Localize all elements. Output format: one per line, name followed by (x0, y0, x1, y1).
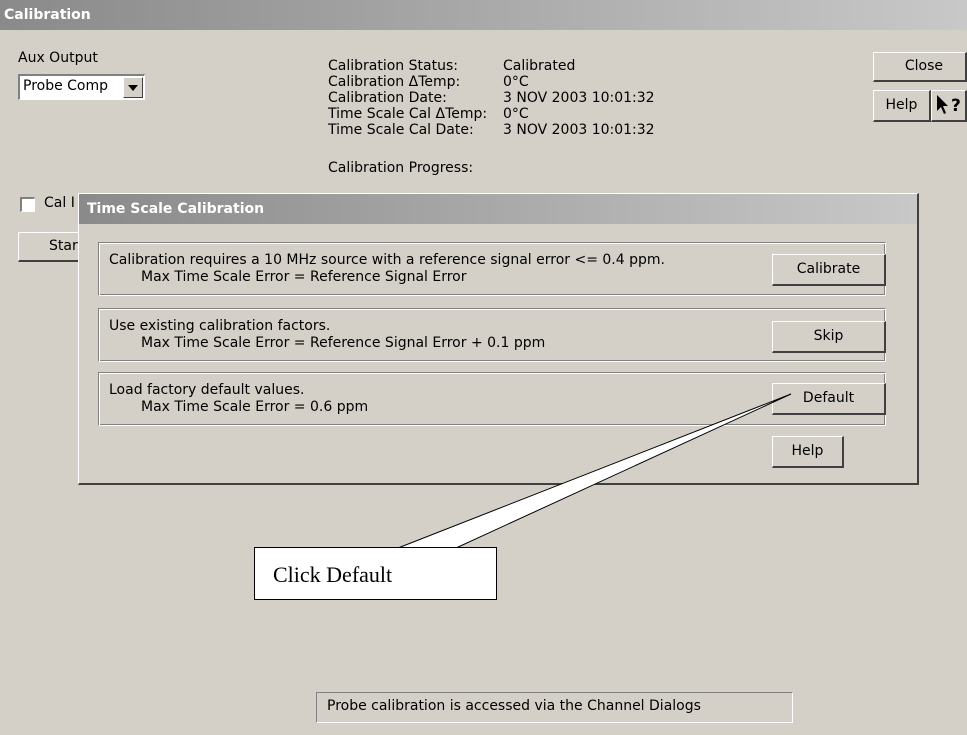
status-bar: Probe calibration is accessed via the Ch… (316, 692, 793, 723)
callout-box: Click Default (254, 547, 497, 600)
callout-pointer (397, 393, 792, 549)
calibration-window: Calibration Aux Output Probe Comp Calibr… (0, 0, 967, 735)
